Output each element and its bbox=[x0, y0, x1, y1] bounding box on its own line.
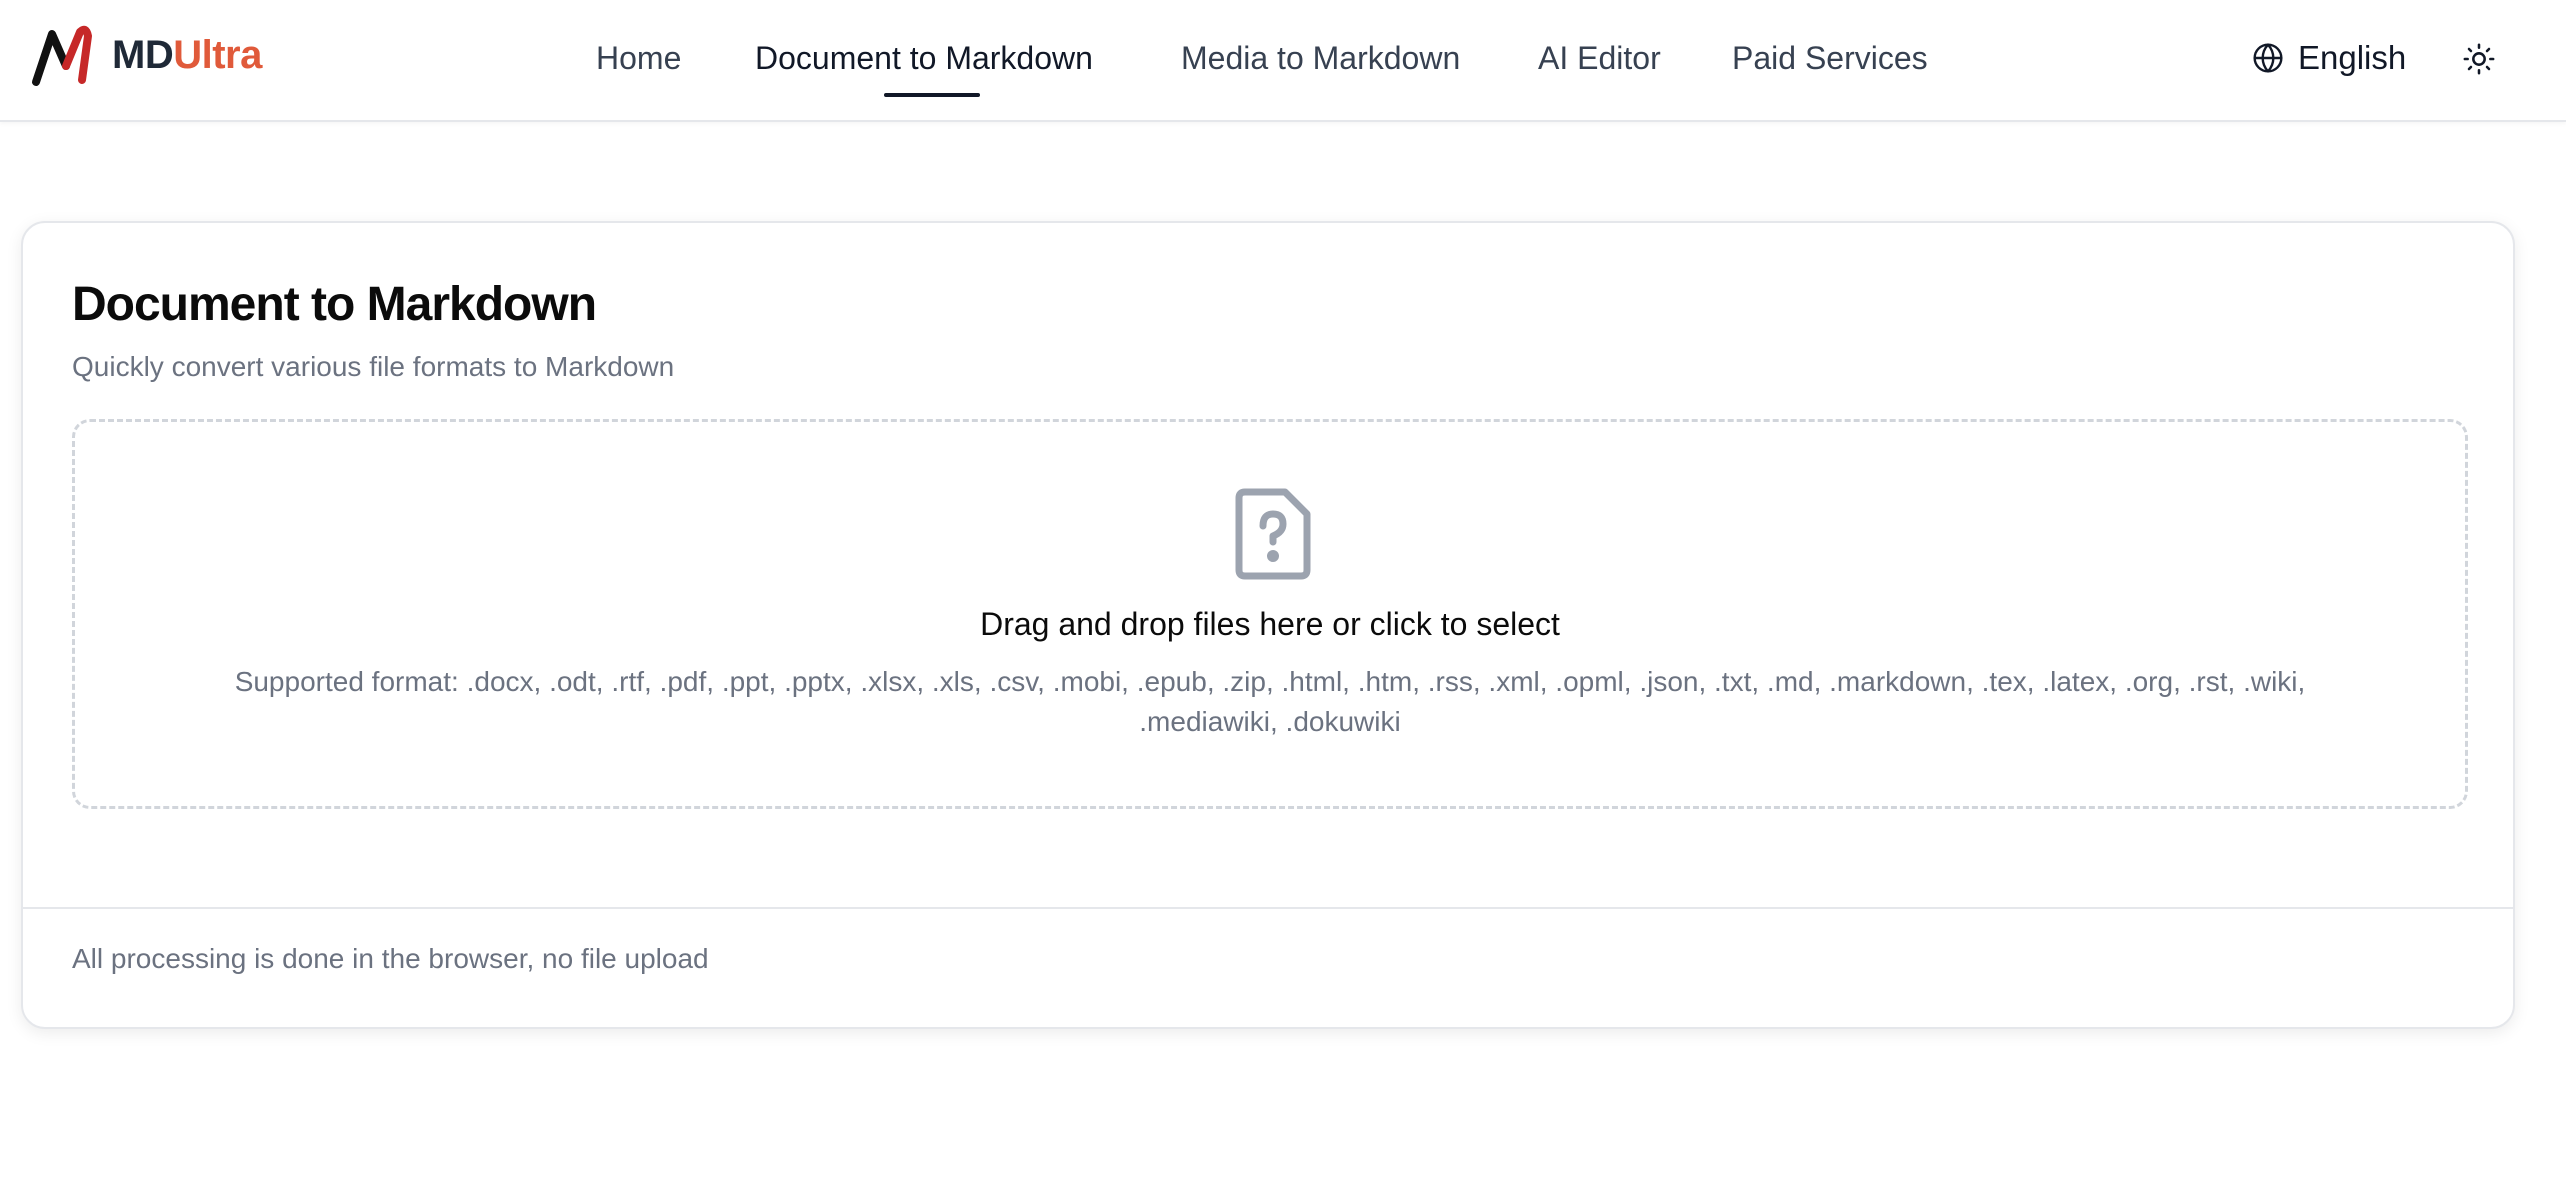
converter-card: Document to Markdown Quickly convert var… bbox=[21, 221, 2515, 1029]
nav-document-to-markdown[interactable]: Document to Markdown bbox=[755, 38, 1093, 78]
logo-wordmark: MDUltra bbox=[112, 35, 262, 75]
top-navbar: MDUltra Home Document to Markdown Media … bbox=[0, 0, 2566, 122]
dropzone-title: Drag and drop files here or click to sel… bbox=[980, 606, 1560, 642]
logo-text-md: MD bbox=[112, 33, 174, 77]
nav-home[interactable]: Home bbox=[596, 38, 681, 78]
site-logo[interactable]: MDUltra bbox=[30, 22, 262, 88]
active-nav-indicator bbox=[884, 93, 980, 97]
language-label: English bbox=[2298, 39, 2407, 76]
file-question-icon bbox=[1235, 488, 1311, 580]
privacy-note: All processing is done in the browser, n… bbox=[72, 943, 709, 974]
logo-text-ultra: Ultra bbox=[173, 33, 262, 77]
mdultra-logo-icon bbox=[30, 22, 104, 88]
globe-icon bbox=[2252, 42, 2284, 74]
page-title: Document to Markdown bbox=[72, 278, 597, 331]
nav-ai-editor[interactable]: AI Editor bbox=[1538, 38, 1661, 78]
language-selector[interactable]: English bbox=[2252, 38, 2406, 78]
main-nav: Home Document to Markdown Media to Markd… bbox=[0, 0, 2566, 122]
nav-paid-services[interactable]: Paid Services bbox=[1732, 38, 1928, 78]
card-divider bbox=[23, 907, 2513, 909]
supported-formats-text: Supported format: .docx, .odt, .rtf, .pd… bbox=[234, 666, 2306, 737]
file-dropzone[interactable]: Drag and drop files here or click to sel… bbox=[72, 419, 2468, 809]
nav-media-to-markdown[interactable]: Media to Markdown bbox=[1181, 38, 1460, 78]
sun-icon bbox=[2462, 42, 2496, 76]
page-subtitle: Quickly convert various file formats to … bbox=[72, 351, 675, 382]
theme-toggle-button[interactable] bbox=[2462, 42, 2496, 76]
